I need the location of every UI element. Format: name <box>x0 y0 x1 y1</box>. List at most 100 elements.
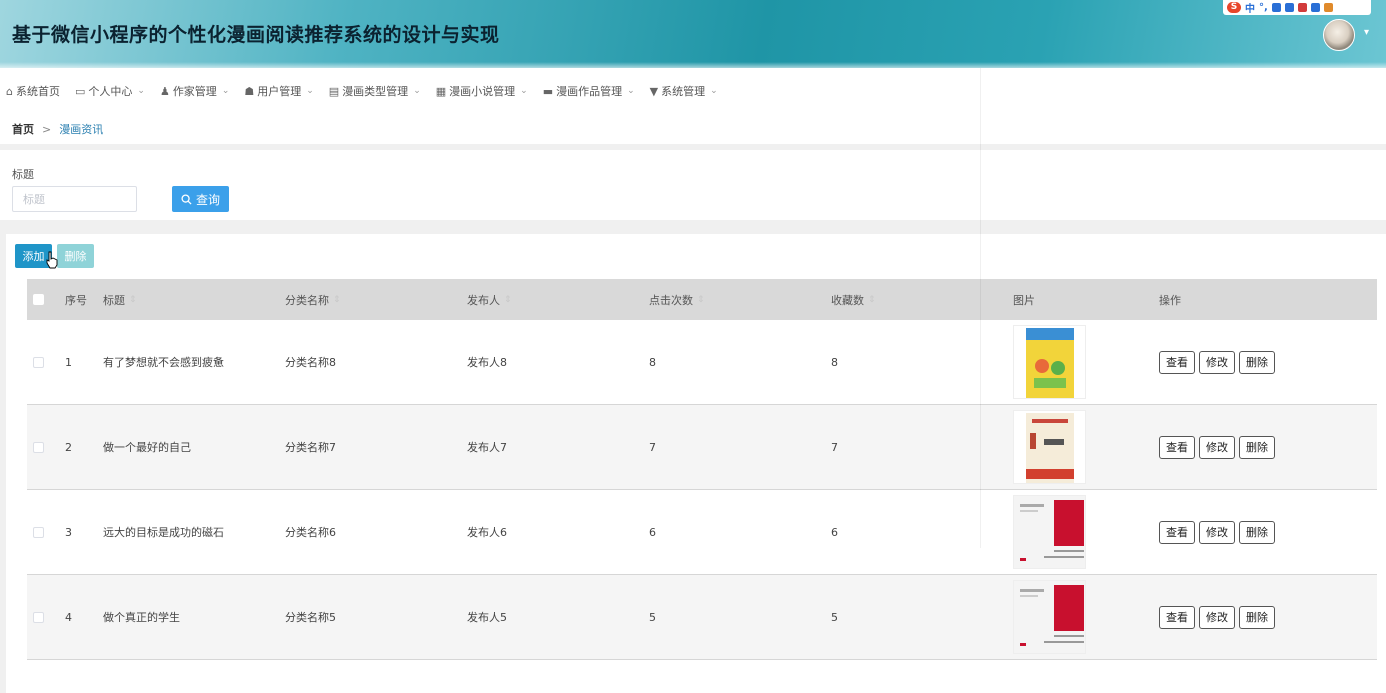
title-search-input[interactable] <box>12 186 137 212</box>
edit-button[interactable]: 修改 <box>1199 350 1235 374</box>
row-checkbox[interactable] <box>33 611 44 623</box>
view-button[interactable]: 查看 <box>1159 435 1195 459</box>
table-row[interactable]: 3 远大的目标是成功的磁石 分类名称6 发布人6 6 6 查看 修改 删除 <box>27 490 1377 575</box>
header-clicks[interactable]: 点击次数 ⇕ <box>649 292 831 308</box>
cell-title: 做个真正的学生 <box>103 611 180 624</box>
delete-button[interactable]: 删除 <box>1239 350 1275 374</box>
header-image: 图片 <box>1013 293 1035 307</box>
user-card-icon: ▭ <box>74 84 86 98</box>
cover-thumbnail[interactable] <box>1013 580 1086 654</box>
cell-category: 分类名称7 <box>285 441 336 454</box>
delete-button[interactable]: 删除 <box>1239 605 1275 629</box>
chat-icon: ▬ <box>542 84 554 98</box>
view-button[interactable]: 查看 <box>1159 520 1195 544</box>
settings-icon: ▼ <box>649 84 659 98</box>
chevron-down-icon: ⌄ <box>221 86 230 96</box>
nav-item-4[interactable]: ▤ 漫画类型管理 ⌄ <box>329 83 421 99</box>
nav-item-label: 漫画作品管理 <box>556 85 623 98</box>
nav-item-label: 漫画小说管理 <box>449 85 516 98</box>
cover-thumbnail[interactable] <box>1013 325 1086 399</box>
nav-item-3[interactable]: ☗ 用户管理 ⌄ <box>244 83 313 99</box>
ime-grid-icon[interactable] <box>1310 3 1320 12</box>
header-category-label: 分类名称 <box>285 293 329 307</box>
cell-index: 2 <box>65 440 72 454</box>
row-checkbox[interactable] <box>33 356 44 368</box>
avatar[interactable] <box>1323 19 1355 51</box>
table-row[interactable]: 4 做个真正的学生 分类名称5 发布人5 5 5 查看 修改 删除 <box>27 575 1377 660</box>
row-checkbox[interactable] <box>33 526 44 538</box>
batch-delete-button[interactable]: 删除 <box>57 244 94 268</box>
header-index: 序号 <box>65 293 87 307</box>
nav-item-label: 用户管理 <box>257 85 302 98</box>
edit-button[interactable]: 修改 <box>1199 435 1235 459</box>
sort-icon[interactable]: ⇕ <box>129 295 137 305</box>
ime-skin-icon[interactable] <box>1297 3 1307 12</box>
sort-icon[interactable]: ⇕ <box>333 295 341 305</box>
delete-button[interactable]: 删除 <box>1239 435 1275 459</box>
edit-button[interactable]: 修改 <box>1199 605 1235 629</box>
cell-index: 4 <box>65 610 72 624</box>
ime-keyboard-icon[interactable] <box>1284 3 1294 12</box>
chevron-down-icon: ⌄ <box>413 86 421 96</box>
breadcrumb-separator: > <box>42 122 52 136</box>
cell-index: 3 <box>65 525 72 539</box>
view-button[interactable]: 查看 <box>1159 350 1195 374</box>
row-checkbox[interactable] <box>33 441 44 453</box>
nav-item-5[interactable]: ▦ 漫画小说管理 ⌄ <box>436 83 528 99</box>
search-panel: 标题 查询 <box>0 150 1386 220</box>
table-row[interactable]: 2 做一个最好的自己 分类名称7 发布人7 7 7 查看 修改 删除 <box>27 405 1377 490</box>
nav-item-0[interactable]: ⌂ 系统首页 <box>6 83 60 99</box>
cell-clicks: 5 <box>649 610 656 624</box>
breadcrumb-home[interactable]: 首页 <box>12 121 34 137</box>
users-icon: ☗ <box>244 84 255 98</box>
site-title: 基于微信小程序的个性化漫画阅读推荐系统的设计与实现 <box>12 24 500 46</box>
select-all-checkbox[interactable] <box>33 294 44 305</box>
cell-clicks: 7 <box>649 440 656 454</box>
sort-icon[interactable]: ⇕ <box>868 295 876 305</box>
cell-clicks: 8 <box>649 355 656 369</box>
person-icon: ♟ <box>159 84 170 98</box>
ime-punctuation[interactable]: °, <box>1259 2 1268 13</box>
cover-thumbnail[interactable] <box>1013 495 1086 569</box>
hand-cursor-icon <box>46 251 58 269</box>
cell-category: 分类名称6 <box>285 526 336 539</box>
top-nav: ⌂ 系统首页 ▭ 个人中心 ⌄ ♟ 作家管理 ⌄ ☗ 用户管理 ⌄ ▤ 漫画类型管理 ⌄ ▦ 漫画小说管理 ⌄ ▬… <box>0 68 1386 114</box>
ime-language[interactable]: 中 <box>1245 0 1255 15</box>
search-button[interactable]: 查询 <box>172 186 229 212</box>
search-label: 标题 <box>12 168 34 181</box>
ime-mic-icon[interactable] <box>1271 3 1281 12</box>
header-title-label: 标题 <box>103 293 125 307</box>
header-favorites[interactable]: 收藏数 ⇕ <box>831 292 1013 308</box>
sort-icon[interactable]: ⇕ <box>504 295 512 305</box>
header-publisher[interactable]: 发布人 ⇕ <box>467 292 649 308</box>
header-category[interactable]: 分类名称 ⇕ <box>285 292 467 308</box>
search-icon <box>181 193 192 205</box>
breadcrumb: 首页 > 漫画资讯 <box>0 114 1386 144</box>
sort-icon[interactable]: ⇕ <box>697 295 705 305</box>
view-button[interactable]: 查看 <box>1159 605 1195 629</box>
chevron-down-icon: ⌄ <box>306 86 314 96</box>
nav-item-6[interactable]: ▬ 漫画作品管理 ⌄ <box>543 83 635 99</box>
ime-logo-icon[interactable]: S <box>1227 2 1241 13</box>
nav-item-2[interactable]: ♟ 作家管理 ⌄ <box>160 83 229 99</box>
ime-tools-icon[interactable] <box>1323 3 1333 12</box>
ime-toolbar[interactable]: S 中 °, <box>1223 0 1371 15</box>
edit-button[interactable]: 修改 <box>1199 520 1235 544</box>
nav-item-label: 系统首页 <box>15 85 60 98</box>
chevron-down-icon[interactable]: ▾ <box>1364 27 1369 38</box>
delete-button[interactable]: 删除 <box>1239 520 1275 544</box>
header-clicks-label: 点击次数 <box>649 293 693 307</box>
cell-title: 有了梦想就不会感到疲惫 <box>103 356 224 369</box>
cover-thumbnail[interactable] <box>1013 410 1086 484</box>
nav-item-label: 漫画类型管理 <box>342 85 409 98</box>
header-title[interactable]: 标题 ⇕ <box>103 292 285 308</box>
table-row[interactable]: 1 有了梦想就不会感到疲惫 分类名称8 发布人8 8 8 查看 修改 删除 <box>27 320 1377 405</box>
app-header: 基于微信小程序的个性化漫画阅读推荐系统的设计与实现 S 中 °, ▾ <box>0 0 1386 68</box>
breadcrumb-current: 漫画资讯 <box>59 123 104 136</box>
header-favorites-label: 收藏数 <box>831 293 864 307</box>
chevron-down-icon: ⌄ <box>137 86 145 96</box>
nav-item-1[interactable]: ▭ 个人中心 ⌄ <box>75 83 145 99</box>
cell-publisher: 发布人6 <box>467 526 507 539</box>
divider <box>980 68 981 548</box>
nav-item-7[interactable]: ▼ 系统管理 ⌄ <box>650 83 718 99</box>
